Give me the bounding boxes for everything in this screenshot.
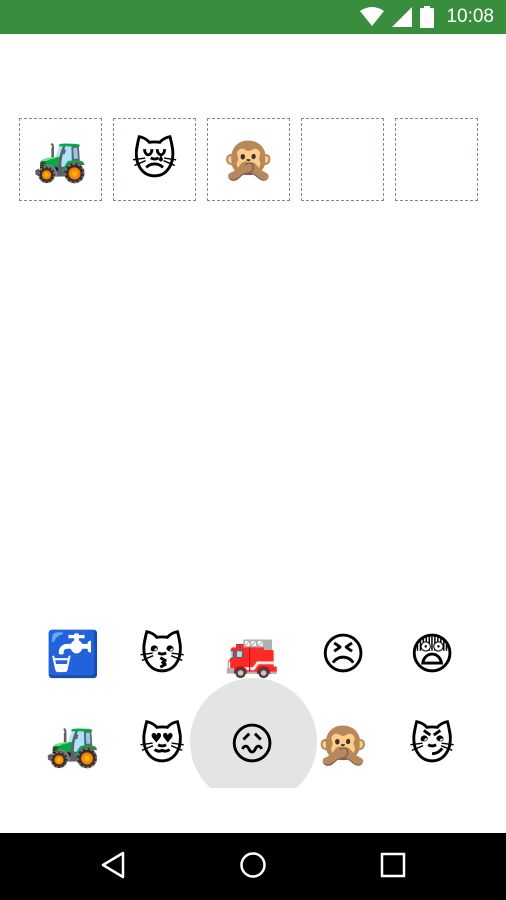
cell-signal-icon	[392, 7, 413, 27]
answer-slots: 🚜 😿 🙊	[19, 118, 478, 201]
emoji-choice-kissing-cat[interactable]: 😽	[115, 610, 209, 700]
home-button[interactable]	[223, 833, 283, 900]
kissing-cat-icon: 😽	[139, 629, 185, 680]
status-icons: 10:08	[360, 0, 494, 34]
persevering-face-icon: 😣	[320, 629, 366, 680]
emoji-choice-confounded-face[interactable]: 😖	[205, 700, 299, 790]
confounded-face-icon: 😖	[229, 719, 275, 770]
fearful-face-icon: 😨	[409, 629, 455, 680]
battery-icon	[420, 6, 435, 28]
back-button[interactable]	[83, 833, 143, 900]
back-icon	[100, 851, 126, 883]
emoji-choice-persevering-face[interactable]: 😣	[296, 610, 390, 700]
recents-icon	[380, 852, 406, 882]
crying-cat-icon: 😿	[131, 133, 178, 185]
home-icon	[239, 851, 267, 883]
tractor-icon: 🚜	[45, 719, 101, 770]
answer-slot-2[interactable]: 😿	[113, 118, 196, 201]
navigation-bar	[0, 833, 506, 900]
speak-no-evil-monkey-icon: 🙊	[315, 719, 371, 770]
emoji-choice-smirking-cat[interactable]: 😼	[385, 700, 479, 790]
wifi-icon	[360, 7, 385, 27]
answer-slot-5[interactable]	[395, 118, 478, 201]
emoji-choice-fearful-face[interactable]: 😨	[385, 610, 479, 700]
smirking-cat-icon: 😼	[409, 719, 455, 770]
speak-no-evil-monkey-icon: 🙊	[221, 133, 276, 185]
emoji-choice-potable-water[interactable]: 🚰	[26, 610, 120, 700]
heart-eyes-cat-icon: 😻	[139, 719, 185, 770]
status-bar: 10:08	[0, 0, 506, 34]
status-time: 10:08	[446, 6, 494, 27]
fire-engine-icon: 🚒	[224, 629, 280, 680]
emoji-choice-fire-engine[interactable]: 🚒	[205, 610, 299, 700]
answer-slot-3[interactable]: 🙊	[207, 118, 290, 201]
emoji-choice-tractor[interactable]: 🚜	[26, 700, 120, 790]
emoji-choice-heart-eyes-cat[interactable]: 😻	[115, 700, 209, 790]
answer-slot-1[interactable]: 🚜	[19, 118, 102, 201]
potable-water-icon: 🚰	[45, 629, 101, 680]
tray-bottom-edge	[0, 788, 506, 833]
answer-slot-4[interactable]	[301, 118, 384, 201]
recents-button[interactable]	[363, 833, 423, 900]
tractor-icon: 🚜	[33, 133, 88, 185]
emoji-choice-speak-no-evil-monkey[interactable]: 🙊	[296, 700, 390, 790]
